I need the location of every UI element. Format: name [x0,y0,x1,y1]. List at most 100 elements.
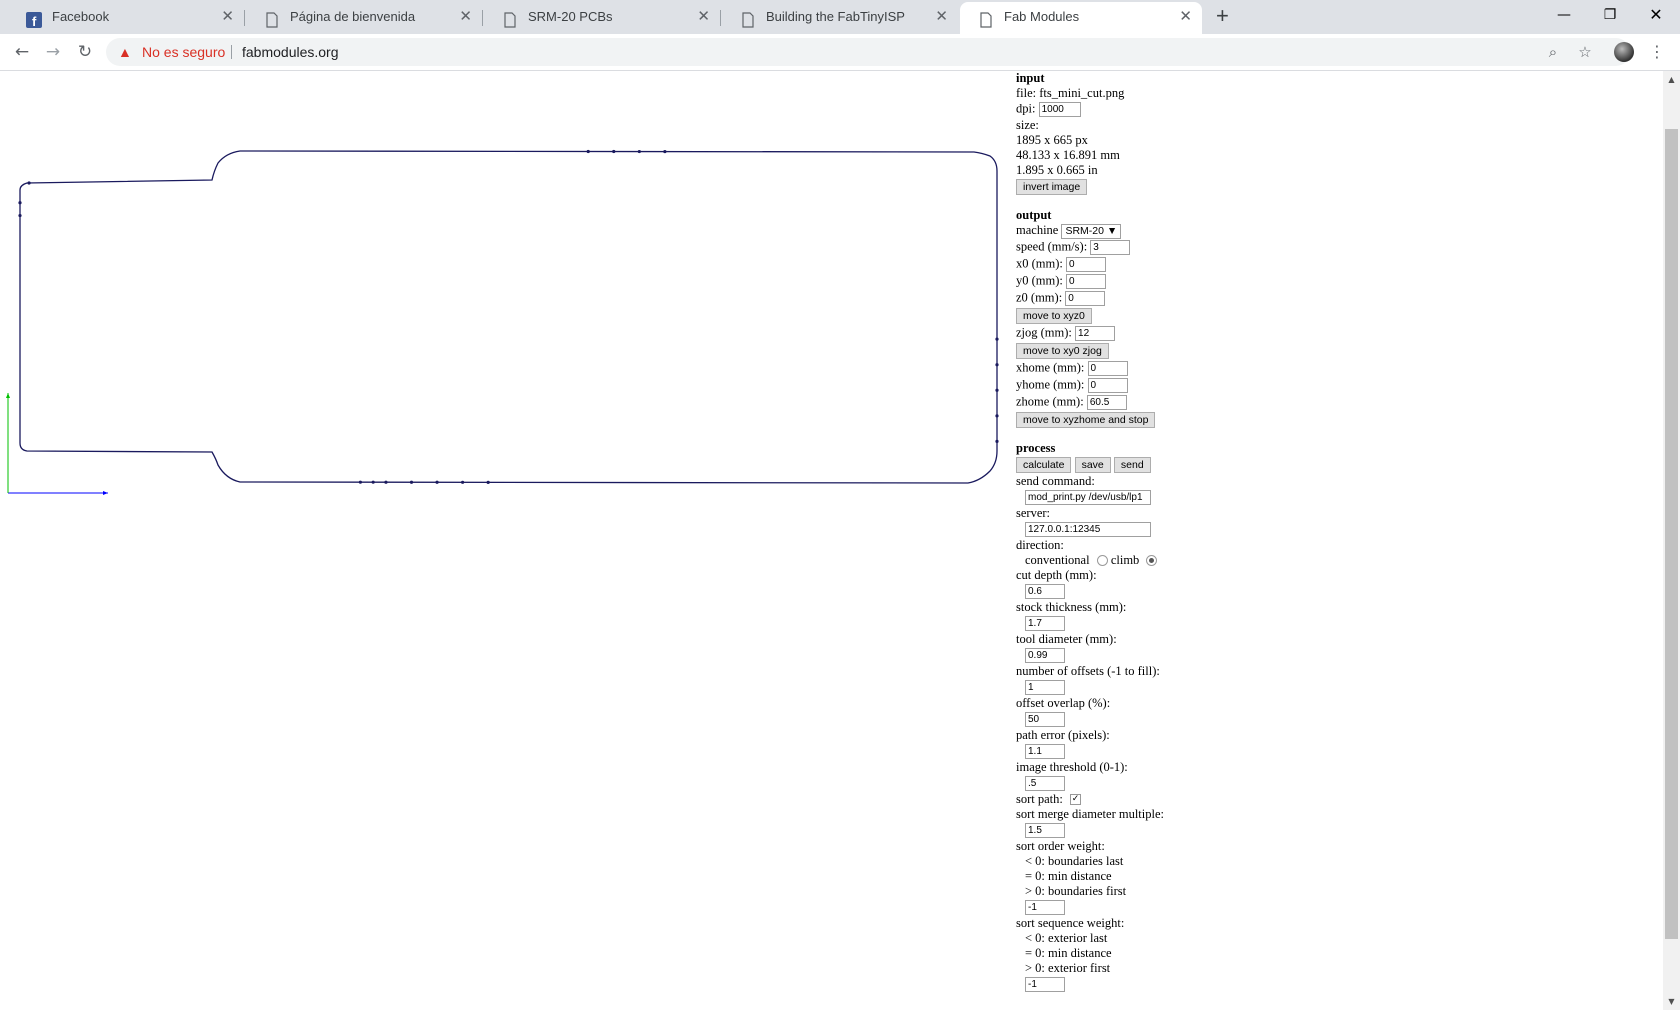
cut-depth-field[interactable] [1025,583,1065,599]
climb-radio[interactable] [1146,555,1158,567]
toolpath-vertex [586,149,590,154]
close-tab-icon[interactable]: ✕ [221,2,234,32]
dpi-label: dpi: [1016,101,1036,116]
z0-field[interactable] [1065,290,1106,306]
back-arrow-icon[interactable]: ← [10,40,34,64]
y0-label: y0 (mm): [1016,273,1063,287]
tab-facebook[interactable]: f Facebook ✕ [8,2,245,34]
sort-path-checkbox[interactable]: ✓ [1070,794,1081,806]
server-field[interactable] [1025,521,1151,537]
close-tab-icon[interactable]: ✕ [459,2,472,32]
toolpath-vertex [612,149,616,154]
merge-field[interactable] [1025,822,1065,838]
invert-image-button[interactable]: invert image [1016,179,1088,195]
close-tab-icon[interactable]: ✕ [935,2,948,32]
threshold-field[interactable] [1025,775,1065,791]
warning-icon: ▲ [118,44,132,60]
forward-arrow-icon[interactable]: → [41,40,65,64]
sequence-weight-field[interactable] [1025,976,1065,992]
address-bar[interactable]: ▲ No es seguro fabmodules.org [106,38,1630,66]
toolpath-vertex [995,363,999,367]
zjog-label: zjog (mm): [1016,325,1072,339]
order-hint-gt: > 0: boundaries first [1025,883,1127,898]
tab-bienvenida[interactable]: Página de bienvenida ✕ [246,2,483,34]
sequence-weight-label: sort sequence weight: [1016,915,1125,930]
toolpath-vertex [27,181,31,185]
order-hint-eq: = 0: min distance [1025,868,1112,883]
toolpath-canvas [6,149,999,495]
toolpath-vertex [371,480,375,484]
toolpath-vertex [409,480,414,484]
server-label: server: [1016,505,1051,520]
toolpath-vertex [995,439,999,443]
bookmark-star-icon[interactable]: ☆ [1573,40,1597,64]
y0-field[interactable] [1066,273,1106,289]
close-tab-icon[interactable]: ✕ [697,2,710,32]
input-heading: input [1016,71,1045,85]
file-name: file: fts_mini_cut.png [1016,86,1125,100]
zhome-label: zhome (mm): [1016,394,1084,408]
calculate-button[interactable]: calculate [1016,456,1072,473]
tool-diameter-label: tool diameter (mm): [1016,631,1117,646]
yhome-field[interactable] [1087,377,1128,393]
direction-label: direction: [1016,537,1064,552]
threshold-label: image threshold (0-1): [1016,759,1128,774]
tab-separator [482,10,483,26]
scrollbar-thumb[interactable] [1665,129,1678,939]
tab-fabtinyisp[interactable]: Building the FabTinyISP ✕ [722,2,958,34]
tab-separator [720,10,721,26]
move-to-xy0-zjog-button[interactable]: move to xy0 zjog [1016,342,1109,359]
url-text[interactable]: fabmodules.org [242,38,339,66]
conventional-radio[interactable] [1096,555,1108,567]
security-indicator[interactable]: No es seguro [142,38,225,66]
toolpath-vertex [461,480,465,484]
speed-field[interactable] [1090,239,1131,255]
close-window-icon[interactable]: ✕ [1633,0,1679,30]
tab-title: Facebook [52,9,110,24]
size-in: 1.895 x 0.665 in [1016,163,1098,177]
save-button[interactable]: save [1074,456,1111,473]
machine-select[interactable]: SRM-20 ▼ [1061,223,1122,239]
x0-field[interactable] [1066,256,1106,272]
xhome-field[interactable] [1087,360,1128,376]
scroll-up-icon[interactable]: ▲ [1663,75,1680,84]
tab-fab-modules[interactable]: Fab Modules ✕ [960,2,1202,34]
page-icon [264,9,280,28]
tab-srm20-pcbs[interactable]: SRM-20 PCBs ✕ [484,2,721,34]
conventional-label: conventional [1025,552,1090,567]
send-button[interactable]: send [1113,456,1151,473]
move-to-xyz0-button[interactable]: move to xyz0 [1016,307,1092,324]
size-label: size: [1016,118,1039,132]
vertical-scrollbar[interactable]: ▲ ▼ [1663,71,1680,1010]
order-weight-field[interactable] [1025,899,1065,915]
path-error-field[interactable] [1025,743,1065,759]
tab-title: Página de bienvenida [290,9,416,24]
toolpath-vertex [663,149,667,154]
stock-thickness-field[interactable] [1025,615,1065,631]
toolpath-vertex [486,480,490,484]
zoom-icon[interactable]: ⌕ [1541,40,1565,64]
new-tab-button[interactable]: + [1216,2,1229,30]
send-command-field[interactable] [1025,489,1151,505]
tool-diameter-field[interactable] [1025,647,1065,663]
cut-depth-label: cut depth (mm): [1016,567,1097,582]
reload-icon[interactable]: ↻ [73,40,97,64]
x-axis-arrowhead [103,491,108,495]
minimize-icon[interactable]: — [1541,0,1587,30]
page-icon [502,9,518,28]
dpi-field[interactable] [1038,102,1081,117]
zhome-field[interactable] [1086,394,1127,410]
toolpath-vertex [435,480,439,484]
menu-kebab-icon[interactable]: ⋮ [1645,40,1669,64]
profile-avatar[interactable] [1614,42,1634,62]
close-tab-icon[interactable]: ✕ [1179,2,1192,32]
zjog-field[interactable] [1075,325,1116,341]
overlap-field[interactable] [1025,711,1065,727]
page-icon [740,9,756,28]
toolpath-vertex [384,480,388,484]
move-to-xyzhome-button[interactable]: move to xyzhome and stop [1016,411,1156,428]
offsets-field[interactable] [1025,679,1065,695]
output-heading: output [1016,208,1052,222]
scroll-down-icon[interactable]: ▼ [1663,997,1680,1006]
restore-icon[interactable]: ❐ [1587,0,1633,30]
